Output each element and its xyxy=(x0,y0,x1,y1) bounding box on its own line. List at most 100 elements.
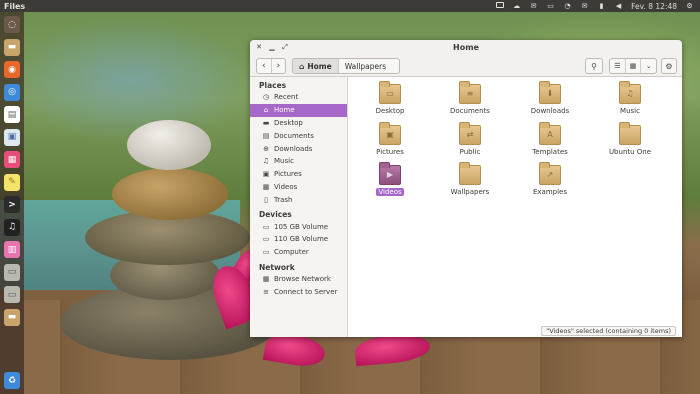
folder-ubuntu-one[interactable]: Ubuntu One xyxy=(594,122,666,156)
folder-icon: ▣ xyxy=(379,122,401,145)
input-icon[interactable]: ▭ xyxy=(546,2,555,10)
sidebar-item-recent[interactable]: ◷ Recent xyxy=(250,91,347,104)
dash-icon[interactable]: ◌ xyxy=(4,16,20,33)
clock-icon: ◷ xyxy=(262,93,270,102)
folder-icon xyxy=(459,162,481,185)
list-view-button[interactable]: ☰ xyxy=(610,59,625,73)
drive-icon[interactable]: ▭ xyxy=(4,263,20,281)
sidebar-item-documents[interactable]: ▤ Documents xyxy=(250,129,347,142)
sidebar-item-connect-server[interactable]: ≡ Connect to Server xyxy=(250,285,347,298)
folder-desktop[interactable]: ▭ Desktop xyxy=(354,81,426,115)
folder-icon[interactable]: ▬ xyxy=(4,308,20,326)
folder-icon: ▭ xyxy=(379,81,401,104)
store-icon[interactable]: ▦ xyxy=(4,151,20,168)
sidebar-header-devices: Devices xyxy=(259,210,292,220)
file-label: Templates xyxy=(532,148,568,156)
wallpaper-stone xyxy=(127,120,211,170)
wallpaper-stone xyxy=(112,168,228,220)
sidebar-item-desktop[interactable]: ▬ Desktop xyxy=(250,117,347,130)
pictures-icon: ▣ xyxy=(262,170,270,179)
grid-icon: ▦ xyxy=(629,62,637,70)
messaging-icon[interactable]: ✉ xyxy=(580,2,589,10)
sidebar-item-label: Music xyxy=(274,157,294,166)
music-icon: ♫ xyxy=(262,157,270,166)
clock[interactable]: Fev. 8 12:48 xyxy=(631,2,677,11)
document-icon[interactable]: ▤ xyxy=(4,106,20,123)
chromium-icon[interactable]: ◎ xyxy=(4,83,20,101)
folder-icon xyxy=(619,122,641,145)
mail-icon[interactable]: ✉ xyxy=(529,2,538,10)
sidebar-item-downloads[interactable]: ⊕ Downloads xyxy=(250,142,347,155)
home-icon: ⌂ xyxy=(299,61,305,71)
maximize-icon[interactable]: ⤢ xyxy=(281,43,289,51)
sidebar-item-home[interactable]: ⌂ Home xyxy=(250,103,347,117)
folder-downloads[interactable]: ⬇ Downloads xyxy=(514,81,586,115)
file-label: Videos xyxy=(376,188,404,196)
sidebar-item-pictures[interactable]: ▣ Pictures xyxy=(250,168,347,181)
folder-pictures[interactable]: ▣ Pictures xyxy=(354,122,426,156)
folder-videos[interactable]: ▶ Videos xyxy=(354,162,426,196)
sidebar-item-volume-110[interactable]: ▭ 110 GB Volume xyxy=(250,233,347,246)
cloud-icon[interactable]: ☁ xyxy=(512,2,521,10)
folder-public[interactable]: ⇄ Public xyxy=(434,122,506,156)
sidebar-item-volume-105[interactable]: ▭ 105 GB Volume xyxy=(250,220,347,233)
folder-music[interactable]: ♫ Music xyxy=(594,81,666,115)
file-label: Desktop xyxy=(375,107,405,115)
folder-documents[interactable]: ≡ Documents xyxy=(434,81,506,115)
settings-button[interactable]: ⚙ xyxy=(661,58,677,74)
notes-icon[interactable]: ✎ xyxy=(4,173,20,191)
sidebar-item-label: 110 GB Volume xyxy=(274,235,329,244)
folder-icon: ⬇ xyxy=(539,81,561,104)
terminal-icon[interactable]: > xyxy=(4,196,20,213)
sidebar-header-places: Places xyxy=(259,81,287,90)
file-label: Documents xyxy=(450,107,490,115)
navigation-buttons: ‹ › xyxy=(256,58,286,74)
file-label: Pictures xyxy=(376,148,404,156)
file-label: Ubuntu One xyxy=(608,148,652,156)
close-icon[interactable]: ✕ xyxy=(255,43,263,51)
file-label: Wallpapers xyxy=(450,188,490,196)
volume-icon[interactable]: ◀ xyxy=(614,2,623,10)
folder-examples[interactable]: ↗ Examples xyxy=(514,162,586,196)
music-icon[interactable]: ♫ xyxy=(4,218,20,236)
folder-templates[interactable]: A Templates xyxy=(514,122,586,156)
desktop-icon: ▬ xyxy=(262,118,270,127)
drive-icon[interactable]: ▭ xyxy=(4,286,20,303)
folder-icon: ▶ xyxy=(379,162,401,185)
search-button[interactable]: ⚲ xyxy=(585,58,603,74)
titlebar: ✕ ▁ ⤢ Home xyxy=(250,40,682,55)
sidebar-item-videos[interactable]: ▦ Videos xyxy=(250,181,347,194)
wifi-icon[interactable]: ◔ xyxy=(563,2,572,10)
firefox-icon[interactable]: ◉ xyxy=(4,61,20,78)
sidebar-item-trash[interactable]: ▯ Trash xyxy=(250,193,347,206)
forward-button[interactable]: › xyxy=(270,59,286,73)
sidebar-item-browse-network[interactable]: ▦ Browse Network xyxy=(250,273,347,286)
launcher: ◌ ▬ ◉ ◎ ▤ ▣ ▦ ✎ > ♫ ▥ ▭ ▭ ▬ ♻ xyxy=(0,12,24,394)
sidebar-item-computer[interactable]: ▭ Computer xyxy=(250,246,347,259)
file-view: ▭ Desktop ≡ Documents ⬇ Downloads ♫ Musi… xyxy=(348,77,682,325)
trash-icon[interactable]: ♻ xyxy=(4,372,20,389)
top-panel: Files ☁ ✉ ▭ ◔ ✉ ▮ ◀ Fev. 8 12:48 ⚙ xyxy=(0,0,700,12)
path-home-button[interactable]: ⌂ Home xyxy=(293,59,339,73)
back-button[interactable]: ‹ xyxy=(257,59,271,73)
sidebar-item-label: Videos xyxy=(274,182,298,191)
minimize-icon[interactable]: ▁ xyxy=(268,43,276,51)
image-viewer-icon[interactable]: ▣ xyxy=(4,128,20,146)
sidebar-item-label: Pictures xyxy=(274,170,302,179)
sidebar-item-label: Trash xyxy=(274,195,293,204)
battery-icon[interactable]: ▮ xyxy=(597,2,606,10)
grid-view-button[interactable]: ▦ xyxy=(624,59,641,73)
file-label: Music xyxy=(620,107,640,115)
sidebar-item-music[interactable]: ♫ Music xyxy=(250,155,347,168)
path-wallpapers-label: Wallpapers xyxy=(344,61,387,71)
path-wallpapers-button[interactable]: Wallpapers xyxy=(339,59,392,73)
files-icon[interactable]: ▬ xyxy=(4,38,20,56)
equalizer-icon[interactable]: ▥ xyxy=(4,241,20,258)
power-icon[interactable]: ⚙ xyxy=(685,2,694,10)
workspace-icon[interactable] xyxy=(495,2,504,10)
gear-icon: ⚙ xyxy=(665,61,673,71)
folder-wallpapers[interactable]: Wallpapers xyxy=(434,162,506,196)
folder-icon: ≡ xyxy=(459,81,481,104)
sidebar-item-label: 105 GB Volume xyxy=(274,222,329,231)
view-options-button[interactable]: ⌄ xyxy=(640,59,656,73)
